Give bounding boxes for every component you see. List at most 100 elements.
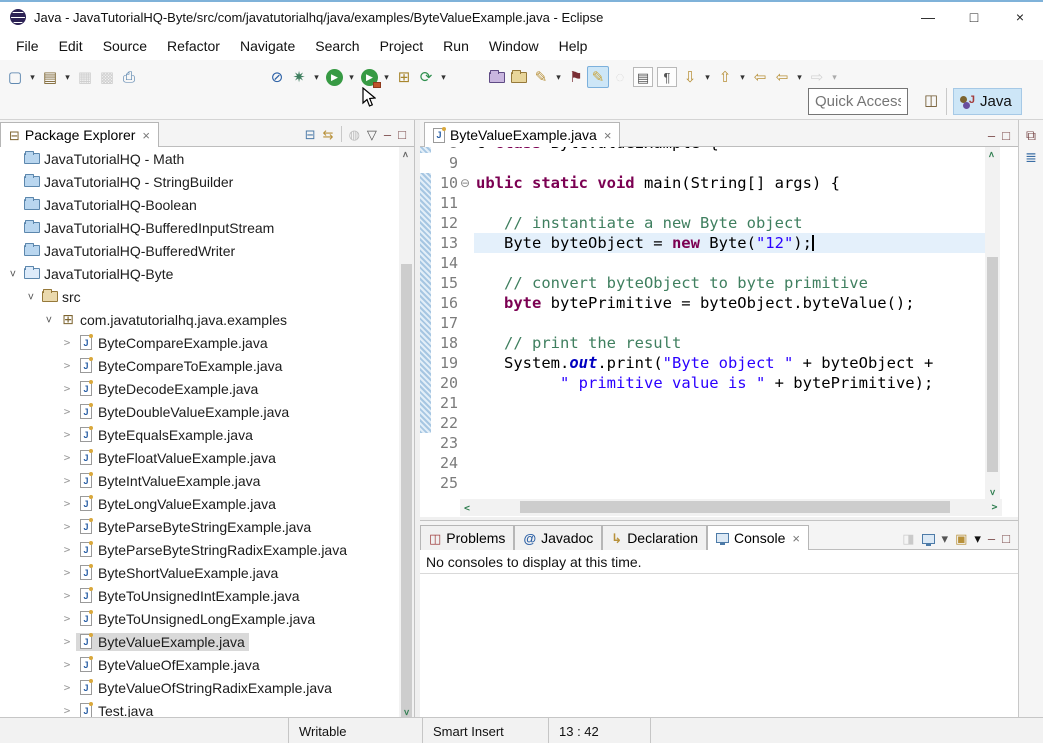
tree-item[interactable]: >JByteParseByteStringExample.java	[0, 515, 398, 538]
tab-javadoc[interactable]: @Javadoc	[514, 525, 602, 550]
scroll-right-icon[interactable]: >	[987, 499, 1002, 516]
show-whitespace-icon[interactable]: ¶	[657, 67, 677, 87]
tree-item[interactable]: >JByteFloatValueExample.java	[0, 446, 398, 469]
chevron-down-icon[interactable]: >	[25, 288, 38, 306]
close-icon[interactable]: ×	[604, 128, 612, 143]
debug-dropdown[interactable]: ▾	[310, 65, 323, 89]
editor-vertical-scrollbar[interactable]: > >	[985, 147, 1000, 499]
new-java-element-icon[interactable]: ▤	[39, 65, 61, 89]
update-project-dropdown[interactable]: ▾	[437, 65, 450, 89]
mark-occurrences-icon[interactable]: ✎	[587, 66, 609, 88]
search-dropdown[interactable]: ▾	[552, 65, 565, 89]
chevron-right-icon[interactable]: >	[58, 428, 76, 441]
update-project-icon[interactable]: ⟳	[415, 65, 437, 89]
code-editor[interactable]: 8910111213141516171819202122232425 ⊖ c c…	[420, 147, 1018, 499]
search-icon[interactable]: ✎	[530, 65, 552, 89]
chevron-down-icon[interactable]: >	[43, 311, 56, 329]
tree-item[interactable]: >JByteIntValueExample.java	[0, 469, 398, 492]
restore-view-icon[interactable]: ⧉	[1019, 128, 1043, 142]
chevron-right-icon[interactable]: >	[58, 681, 76, 694]
skip-breakpoints-icon[interactable]: ⊘	[266, 65, 288, 89]
tree-item[interactable]: >JByteToUnsignedLongExample.java	[0, 607, 398, 630]
scrollbar-thumb[interactable]	[520, 501, 950, 513]
fold-collapse-icon[interactable]: ⊖	[460, 173, 470, 193]
open-console-icon[interactable]: ▣	[955, 532, 967, 545]
minimize-view-icon[interactable]: –	[384, 128, 391, 141]
chevron-right-icon[interactable]: >	[58, 635, 76, 648]
open-type-icon[interactable]	[486, 65, 508, 89]
tree-item[interactable]: >JByteParseByteStringRadixExample.java	[0, 538, 398, 561]
next-annotation-icon[interactable]: ◌	[609, 65, 631, 89]
maximize-view-icon[interactable]: □	[398, 128, 406, 141]
run-dropdown[interactable]: ▾	[345, 65, 358, 89]
tab-bytevalueexample[interactable]: J ByteValueExample.java ×	[424, 122, 620, 147]
menu-file[interactable]: File	[6, 34, 49, 58]
folding-column[interactable]: ⊖	[460, 147, 474, 499]
open-console-dropdown[interactable]: ▾	[974, 532, 981, 545]
save-all-icon[interactable]: ▩	[96, 65, 118, 89]
chevron-right-icon[interactable]: >	[58, 658, 76, 671]
tree-item[interactable]: >JByteDecodeExample.java	[0, 377, 398, 400]
tree-item[interactable]: >JByteValueOfStringRadixExample.java	[0, 676, 398, 699]
chevron-right-icon[interactable]: >	[58, 704, 76, 717]
chevron-right-icon[interactable]: >	[58, 382, 76, 395]
chevron-right-icon[interactable]: >	[58, 336, 76, 349]
chevron-right-icon[interactable]: >	[58, 405, 76, 418]
link-with-editor-icon[interactable]: ⇆	[323, 128, 334, 141]
save-icon[interactable]: ▦	[74, 65, 96, 89]
print-icon[interactable]: ⎙	[118, 65, 140, 89]
chevron-right-icon[interactable]: >	[58, 543, 76, 556]
menu-help[interactable]: Help	[549, 34, 598, 58]
close-icon[interactable]: ×	[142, 128, 150, 143]
tree-item[interactable]: JavaTutorialHQ - StringBuilder	[0, 170, 398, 193]
window-close-button[interactable]: ×	[997, 2, 1043, 32]
open-perspective-icon[interactable]: ◫	[924, 91, 938, 109]
tree-item[interactable]: JavaTutorialHQ-BufferedWriter	[0, 239, 398, 262]
back-icon[interactable]: ⇦	[771, 65, 793, 89]
tree-item[interactable]: >JByteValueOfExample.java	[0, 653, 398, 676]
tree-item[interactable]: >JByteCompareToExample.java	[0, 354, 398, 377]
tree-item[interactable]: >JByteCompareExample.java	[0, 331, 398, 354]
run-external-tools-icon[interactable]: ▶	[358, 65, 380, 89]
tree-item[interactable]: >JTest.java	[0, 699, 398, 719]
chevron-down-icon[interactable]: >	[7, 265, 20, 283]
collapse-all-icon[interactable]: ⊟	[305, 128, 316, 141]
new-java-project-icon[interactable]: ⊞	[393, 65, 415, 89]
menu-run[interactable]: Run	[433, 34, 479, 58]
view-menu-icon[interactable]: ◍	[349, 128, 360, 141]
tree-item[interactable]: >JByteValueExample.java	[0, 630, 398, 653]
chevron-right-icon[interactable]: >	[58, 566, 76, 579]
outline-view-icon[interactable]: ≣	[1019, 150, 1043, 164]
window-minimize-button[interactable]: —	[905, 2, 951, 32]
editor-horizontal-scrollbar[interactable]: > >	[460, 499, 1002, 516]
new-java-element-dropdown[interactable]: ▾	[61, 65, 74, 89]
scroll-up-icon[interactable]: >	[399, 147, 414, 161]
tree-item[interactable]: JavaTutorialHQ-Boolean	[0, 193, 398, 216]
tab-package-explorer[interactable]: ⊟ Package Explorer ×	[0, 122, 159, 147]
previous-edit-dropdown[interactable]: ▾	[736, 65, 749, 89]
tree-item[interactable]: JavaTutorialHQ-BufferedInputStream	[0, 216, 398, 239]
open-resource-icon[interactable]	[508, 65, 530, 89]
tree-item[interactable]: >JByteDoubleValueExample.java	[0, 400, 398, 423]
annotation-flag-icon[interactable]: ⚑	[565, 65, 587, 89]
last-edit-location-icon[interactable]: ⇩	[679, 65, 701, 89]
chevron-right-icon[interactable]: >	[58, 612, 76, 625]
quick-access-input[interactable]	[808, 88, 908, 115]
pin-console-icon[interactable]: ◨	[902, 532, 914, 545]
menu-navigate[interactable]: Navigate	[230, 34, 305, 58]
chevron-right-icon[interactable]: >	[58, 359, 76, 372]
new-wizard-dropdown[interactable]: ▾	[26, 65, 39, 89]
show-source-icon[interactable]: ▤	[633, 67, 653, 87]
chevron-right-icon[interactable]: >	[58, 520, 76, 533]
maximize-view-icon[interactable]: □	[1002, 532, 1010, 545]
menu-source[interactable]: Source	[93, 34, 157, 58]
last-edit-dropdown[interactable]: ▾	[701, 65, 714, 89]
menu-edit[interactable]: Edit	[49, 34, 93, 58]
menu-refactor[interactable]: Refactor	[157, 34, 230, 58]
scroll-down-icon[interactable]: >	[985, 485, 1000, 499]
scroll-up-icon[interactable]: >	[985, 147, 1000, 161]
minimize-view-icon[interactable]: –	[988, 129, 995, 142]
maximize-view-icon[interactable]: □	[1002, 129, 1010, 142]
package-explorer-scrollbar[interactable]: > >	[399, 147, 414, 719]
tree-item[interactable]: >JByteEqualsExample.java	[0, 423, 398, 446]
